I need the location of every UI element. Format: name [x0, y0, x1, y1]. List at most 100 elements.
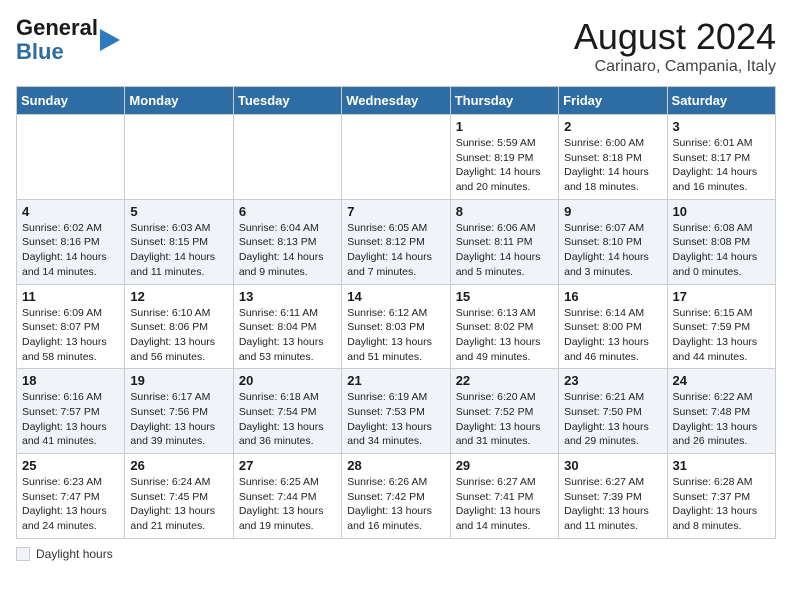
calendar-cell: 13 Sunrise: 6:11 AM Sunset: 8:04 PM Dayli… — [233, 284, 341, 369]
day-info: Sunrise: 6:07 AM Sunset: 8:10 PM Dayligh… — [564, 221, 661, 280]
calendar-cell: 10Sunrise: 6:08 AM Sunset: 8:08 PM Dayli… — [667, 199, 775, 284]
day-number: 20 — [239, 373, 336, 388]
day-number: 18 — [22, 373, 119, 388]
day-info: Sunrise: 6:10 AM Sunset: 8:06 PM Dayligh… — [130, 306, 227, 365]
calendar-cell: 26 Sunrise: 6:24 AM Sunset: 7:45 PM Dayli… — [125, 454, 233, 539]
column-header-wednesday: Wednesday — [342, 87, 450, 115]
calendar-cell: 31 Sunrise: 6:28 AM Sunset: 7:37 PM Dayli… — [667, 454, 775, 539]
calendar-cell — [17, 115, 125, 200]
day-info: Sunrise: 6:26 AM Sunset: 7:42 PM Dayligh… — [347, 475, 444, 534]
calendar-week-row: 18Sunrise: 6:16 AM Sunset: 7:57 PM Dayli… — [17, 369, 776, 454]
calendar-cell: 9 Sunrise: 6:07 AM Sunset: 8:10 PM Daylig… — [559, 199, 667, 284]
column-header-sunday: Sunday — [17, 87, 125, 115]
day-info: Sunrise: 6:22 AM Sunset: 7:48 PM Dayligh… — [673, 390, 770, 449]
logo-arrow-icon — [100, 29, 120, 51]
day-info: Sunrise: 5:59 AM Sunset: 8:19 PM Dayligh… — [456, 136, 553, 195]
calendar-cell: 29 Sunrise: 6:27 AM Sunset: 7:41 PM Dayli… — [450, 454, 558, 539]
day-info: Sunrise: 6:17 AM Sunset: 7:56 PM Dayligh… — [130, 390, 227, 449]
day-info: Sunrise: 6:20 AM Sunset: 7:52 PM Dayligh… — [456, 390, 553, 449]
calendar-cell: 25Sunrise: 6:23 AM Sunset: 7:47 PM Dayli… — [17, 454, 125, 539]
day-number: 28 — [347, 458, 444, 473]
day-number: 2 — [564, 119, 661, 134]
day-info: Sunrise: 6:27 AM Sunset: 7:41 PM Dayligh… — [456, 475, 553, 534]
calendar-cell: 24 Sunrise: 6:22 AM Sunset: 7:48 PM Dayli… — [667, 369, 775, 454]
calendar-cell: 11Sunrise: 6:09 AM Sunset: 8:07 PM Dayli… — [17, 284, 125, 369]
calendar-cell: 27Sunrise: 6:25 AM Sunset: 7:44 PM Dayli… — [233, 454, 341, 539]
calendar-cell: 4 Sunrise: 6:02 AM Sunset: 8:16 PM Daylig… — [17, 199, 125, 284]
calendar-week-row: 25Sunrise: 6:23 AM Sunset: 7:47 PM Dayli… — [17, 454, 776, 539]
calendar-cell: 20 Sunrise: 6:18 AM Sunset: 7:54 PM Dayli… — [233, 369, 341, 454]
calendar-table: SundayMondayTuesdayWednesdayThursdayFrid… — [16, 86, 776, 539]
calendar-cell: 7 Sunrise: 6:05 AM Sunset: 8:12 PM Daylig… — [342, 199, 450, 284]
logo-general: General — [16, 15, 98, 40]
calendar-footer: Daylight hours — [16, 547, 776, 561]
day-info: Sunrise: 6:08 AM Sunset: 8:08 PM Dayligh… — [673, 221, 770, 280]
day-info: Sunrise: 6:24 AM Sunset: 7:45 PM Dayligh… — [130, 475, 227, 534]
day-info: Sunrise: 6:18 AM Sunset: 7:54 PM Dayligh… — [239, 390, 336, 449]
day-number: 3 — [673, 119, 770, 134]
day-number: 31 — [673, 458, 770, 473]
day-number: 27 — [239, 458, 336, 473]
calendar-cell: 17Sunrise: 6:15 AM Sunset: 7:59 PM Dayli… — [667, 284, 775, 369]
calendar-cell: 22Sunrise: 6:20 AM Sunset: 7:52 PM Dayli… — [450, 369, 558, 454]
calendar-cell: 8Sunrise: 6:06 AM Sunset: 8:11 PM Daylig… — [450, 199, 558, 284]
calendar-cell: 3Sunrise: 6:01 AM Sunset: 8:17 PM Daylig… — [667, 115, 775, 200]
calendar-cell: 15Sunrise: 6:13 AM Sunset: 8:02 PM Dayli… — [450, 284, 558, 369]
calendar-cell: 6 Sunrise: 6:04 AM Sunset: 8:13 PM Daylig… — [233, 199, 341, 284]
calendar-cell: 21 Sunrise: 6:19 AM Sunset: 7:53 PM Dayli… — [342, 369, 450, 454]
day-info: Sunrise: 6:03 AM Sunset: 8:15 PM Dayligh… — [130, 221, 227, 280]
day-number: 5 — [130, 204, 227, 219]
day-number: 19 — [130, 373, 227, 388]
column-header-saturday: Saturday — [667, 87, 775, 115]
day-info: Sunrise: 6:13 AM Sunset: 8:02 PM Dayligh… — [456, 306, 553, 365]
column-header-tuesday: Tuesday — [233, 87, 341, 115]
logo-blue: Blue — [16, 40, 98, 64]
day-info: Sunrise: 6:14 AM Sunset: 8:00 PM Dayligh… — [564, 306, 661, 365]
day-info: Sunrise: 6:06 AM Sunset: 8:11 PM Dayligh… — [456, 221, 553, 280]
calendar-week-row: 11Sunrise: 6:09 AM Sunset: 8:07 PM Dayli… — [17, 284, 776, 369]
day-number: 21 — [347, 373, 444, 388]
daylight-color-box — [16, 547, 30, 561]
day-info: Sunrise: 6:02 AM Sunset: 8:16 PM Dayligh… — [22, 221, 119, 280]
day-info: Sunrise: 6:04 AM Sunset: 8:13 PM Dayligh… — [239, 221, 336, 280]
calendar-cell — [342, 115, 450, 200]
day-info: Sunrise: 6:21 AM Sunset: 7:50 PM Dayligh… — [564, 390, 661, 449]
day-info: Sunrise: 6:05 AM Sunset: 8:12 PM Dayligh… — [347, 221, 444, 280]
day-number: 4 — [22, 204, 119, 219]
daylight-label: Daylight hours — [36, 547, 113, 561]
day-number: 17 — [673, 289, 770, 304]
column-header-thursday: Thursday — [450, 87, 558, 115]
column-header-friday: Friday — [559, 87, 667, 115]
calendar-cell: 23 Sunrise: 6:21 AM Sunset: 7:50 PM Dayli… — [559, 369, 667, 454]
title-block: August 2024 Carinaro, Campania, Italy — [574, 16, 776, 76]
day-number: 16 — [564, 289, 661, 304]
day-number: 29 — [456, 458, 553, 473]
day-number: 13 — [239, 289, 336, 304]
day-number: 30 — [564, 458, 661, 473]
day-info: Sunrise: 6:28 AM Sunset: 7:37 PM Dayligh… — [673, 475, 770, 534]
page-header: General Blue August 2024 Carinaro, Campa… — [16, 16, 776, 76]
column-header-monday: Monday — [125, 87, 233, 115]
day-number: 24 — [673, 373, 770, 388]
day-number: 9 — [564, 204, 661, 219]
logo: General Blue — [16, 16, 120, 64]
day-info: Sunrise: 6:09 AM Sunset: 8:07 PM Dayligh… — [22, 306, 119, 365]
day-number: 23 — [564, 373, 661, 388]
calendar-cell — [125, 115, 233, 200]
calendar-cell: 5 Sunrise: 6:03 AM Sunset: 8:15 PM Daylig… — [125, 199, 233, 284]
day-number: 12 — [130, 289, 227, 304]
day-number: 7 — [347, 204, 444, 219]
day-info: Sunrise: 6:11 AM Sunset: 8:04 PM Dayligh… — [239, 306, 336, 365]
calendar-week-row: 1Sunrise: 5:59 AM Sunset: 8:19 PM Daylig… — [17, 115, 776, 200]
day-number: 26 — [130, 458, 227, 473]
calendar-cell: 28 Sunrise: 6:26 AM Sunset: 7:42 PM Dayli… — [342, 454, 450, 539]
calendar-cell: 1Sunrise: 5:59 AM Sunset: 8:19 PM Daylig… — [450, 115, 558, 200]
calendar-cell — [233, 115, 341, 200]
calendar-cell: 2 Sunrise: 6:00 AM Sunset: 8:18 PM Daylig… — [559, 115, 667, 200]
day-number: 6 — [239, 204, 336, 219]
calendar-cell: 18Sunrise: 6:16 AM Sunset: 7:57 PM Dayli… — [17, 369, 125, 454]
calendar-cell: 14Sunrise: 6:12 AM Sunset: 8:03 PM Dayli… — [342, 284, 450, 369]
day-number: 14 — [347, 289, 444, 304]
day-info: Sunrise: 6:19 AM Sunset: 7:53 PM Dayligh… — [347, 390, 444, 449]
day-info: Sunrise: 6:00 AM Sunset: 8:18 PM Dayligh… — [564, 136, 661, 195]
